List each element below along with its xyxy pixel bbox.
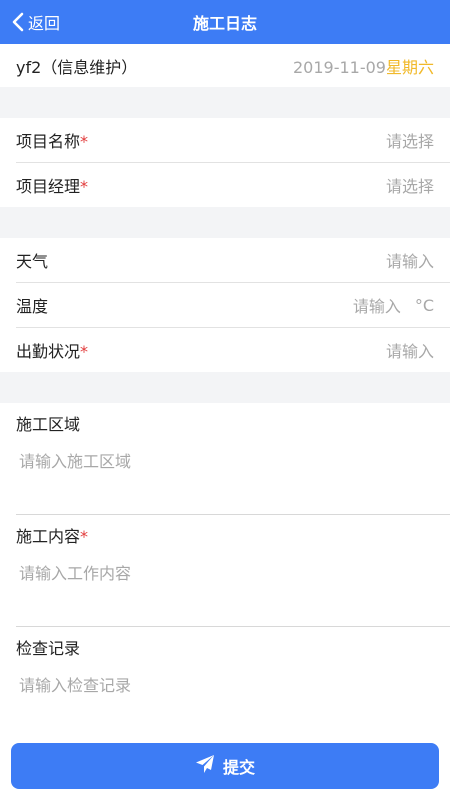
chevron-left-icon <box>12 12 24 32</box>
project-name-select[interactable]: 请选择 <box>386 128 434 152</box>
back-button[interactable]: 返回 <box>12 0 60 44</box>
construction-area-textarea[interactable]: 请输入施工区域 <box>19 448 434 472</box>
required-mark: * <box>80 527 89 546</box>
weather-label: 天气 <box>16 252 49 271</box>
date-text: 2019-11-09 <box>293 57 386 77</box>
section-divider <box>0 372 450 403</box>
construction-area-block: 施工区域 请输入施工区域 <box>16 403 450 515</box>
weekday-text: 星期六 <box>385 57 434 77</box>
user-date-row: yf2（信息维护） 2019-11-09星期六 <box>0 44 450 87</box>
work-content-textarea[interactable]: 请输入工作内容 <box>19 560 434 584</box>
details-section: 施工区域 请输入施工区域 施工内容* 请输入工作内容 检查记录 请输入检查记录 <box>0 403 450 727</box>
project-manager-label: 项目经理* <box>16 177 89 196</box>
inspection-textarea[interactable]: 请输入检查记录 <box>19 672 434 696</box>
temperature-row: 温度 请输入 °C <box>16 283 450 328</box>
temperature-label: 温度 <box>16 297 49 316</box>
section-divider <box>0 207 450 238</box>
submit-label: 提交 <box>222 758 255 777</box>
conditions-section: 天气 请输入 温度 请输入 °C 出勤状况* 请输入 <box>0 238 450 372</box>
date-display: 2019-11-09星期六 <box>293 54 434 78</box>
back-label: 返回 <box>28 14 61 33</box>
required-mark: * <box>80 177 89 196</box>
work-content-block: 施工内容* 请输入工作内容 <box>16 515 450 627</box>
attendance-row: 出勤状况* 请输入 <box>16 328 450 372</box>
project-name-row[interactable]: 项目名称* 请选择 <box>16 118 450 163</box>
submit-bar: 提交 <box>0 732 450 800</box>
work-content-label: 施工内容* <box>16 527 89 546</box>
attendance-label: 出勤状况* <box>16 342 89 361</box>
page-title: 施工日志 <box>192 14 257 33</box>
project-manager-select[interactable]: 请选择 <box>386 173 434 197</box>
project-section: 项目名称* 请选择 项目经理* 请选择 <box>0 118 450 207</box>
inspection-label: 检查记录 <box>16 639 81 658</box>
temperature-field: 请输入 °C <box>353 293 434 317</box>
submit-button[interactable]: 提交 <box>11 743 439 789</box>
section-divider <box>0 87 450 118</box>
temperature-input[interactable]: 请输入 <box>353 293 401 317</box>
nav-bar: 返回 施工日志 <box>0 0 450 44</box>
attendance-input[interactable]: 请输入 <box>386 338 434 362</box>
weather-input[interactable]: 请输入 <box>386 248 434 272</box>
temperature-unit: °C <box>414 295 434 315</box>
paper-plane-icon <box>195 754 215 778</box>
weather-row: 天气 请输入 <box>16 238 450 283</box>
required-mark: * <box>80 342 89 361</box>
project-manager-row[interactable]: 项目经理* 请选择 <box>16 163 450 207</box>
project-name-label: 项目名称* <box>16 132 89 151</box>
user-name: yf2（信息维护） <box>16 57 138 77</box>
inspection-block: 检查记录 请输入检查记录 <box>16 627 450 727</box>
construction-area-label: 施工区域 <box>16 415 81 434</box>
required-mark: * <box>80 132 89 151</box>
